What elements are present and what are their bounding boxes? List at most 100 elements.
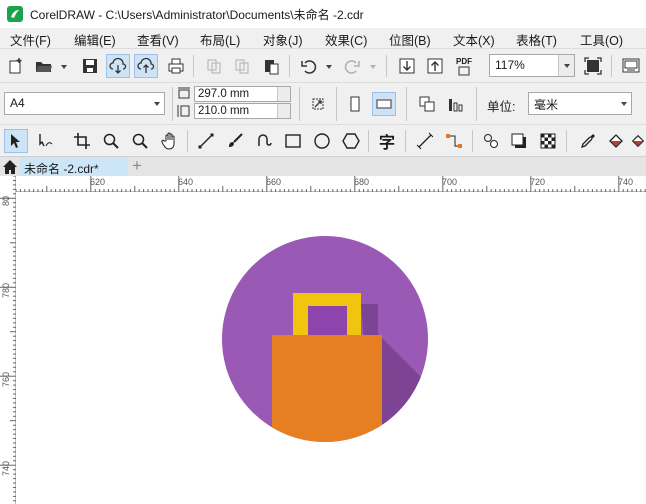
page-height-value: 210.0 mm xyxy=(198,105,250,117)
v-ruler-label: 80 xyxy=(1,195,11,206)
home-icon[interactable] xyxy=(2,159,18,175)
menu-view[interactable]: 查看(V) xyxy=(137,30,179,49)
h-ruler-label: 640 xyxy=(178,177,194,187)
smart-fill-icon[interactable] xyxy=(630,129,646,153)
pan-tool-icon[interactable] xyxy=(158,129,182,153)
toolbox-separator xyxy=(566,130,567,152)
rectangle-tool-icon[interactable] xyxy=(281,129,305,153)
menu-table[interactable]: 表格(T) xyxy=(516,30,557,49)
toolbar-separator xyxy=(193,55,194,77)
menu-bar: 文件(F) 编辑(E) 查看(V) 布局(L) 对象(J) 效果(C) 位图(B… xyxy=(0,28,646,48)
undo-icon[interactable] xyxy=(297,54,321,78)
toolbox-separator xyxy=(368,130,369,152)
save-icon[interactable] xyxy=(78,54,102,78)
open-dropdown-icon[interactable] xyxy=(61,65,67,69)
h-ruler-label: 740 xyxy=(618,177,634,187)
redo-dropdown-icon[interactable] xyxy=(370,65,376,69)
polygon-tool-icon[interactable] xyxy=(339,129,363,153)
line-tool-icon[interactable] xyxy=(194,129,218,153)
page-width-value: 297.0 mm xyxy=(198,88,250,100)
pdf-icon[interactable]: PDF xyxy=(452,54,476,78)
v-ruler-label: 780 xyxy=(1,282,11,298)
pick-tool-icon[interactable] xyxy=(4,129,28,153)
menu-bitmaps[interactable]: 位图(B) xyxy=(389,30,431,49)
current-page-icon[interactable] xyxy=(444,92,468,116)
ellipse-tool-icon[interactable] xyxy=(310,129,334,153)
horizontal-ruler[interactable]: 620 640 660 680 700 720 740 xyxy=(16,176,646,192)
page-width-spinner[interactable] xyxy=(277,87,290,101)
zoom-out-icon[interactable] xyxy=(128,129,152,153)
drawing-canvas[interactable] xyxy=(16,192,646,504)
fill-tool-icon[interactable] xyxy=(604,129,628,153)
h-ruler-label: 660 xyxy=(266,177,282,187)
portrait-icon[interactable] xyxy=(343,92,367,116)
title-bar: CorelDRAW - C:\Users\Administrator\Docum… xyxy=(0,0,646,28)
menu-effects[interactable]: 效果(C) xyxy=(325,30,367,49)
new-document-icon[interactable] xyxy=(4,54,28,78)
options-icon[interactable] xyxy=(619,54,643,78)
h-ruler-label: 680 xyxy=(354,177,370,187)
menu-layout[interactable]: 布局(L) xyxy=(200,30,240,49)
toolbox: 字 xyxy=(0,124,646,157)
brush-tool-icon[interactable] xyxy=(223,129,247,153)
add-tab-button[interactable]: + xyxy=(132,156,142,176)
toolbox-separator xyxy=(187,130,188,152)
copy-icon[interactable] xyxy=(230,54,254,78)
page-size-combo[interactable]: A4 xyxy=(4,92,165,115)
zoom-dropdown-button[interactable] xyxy=(558,55,574,76)
landscape-icon[interactable] xyxy=(372,92,396,116)
zoom-tool-icon[interactable] xyxy=(99,129,123,153)
crop-tool-icon[interactable] xyxy=(70,129,94,153)
page-height-field[interactable]: 210.0 mm xyxy=(194,103,291,119)
import-icon[interactable] xyxy=(395,54,419,78)
horizontal-ruler-ticks xyxy=(16,176,646,192)
shadow-tool-icon[interactable] xyxy=(507,129,531,153)
menu-tools[interactable]: 工具(O) xyxy=(580,30,623,49)
transparency-tool-icon[interactable] xyxy=(536,129,560,153)
document-tab[interactable]: 未命名 -2.cdr* xyxy=(20,157,128,177)
vertical-ruler-ticks xyxy=(0,176,16,502)
undo-dropdown-icon[interactable] xyxy=(326,65,332,69)
standard-toolbar: PDF 117% xyxy=(0,48,646,83)
menu-edit[interactable]: 编辑(E) xyxy=(74,30,116,49)
page-width-icon xyxy=(178,87,190,99)
prop-separator xyxy=(476,87,477,121)
toolbox-separator xyxy=(405,130,406,152)
eyedropper-tool-icon[interactable] xyxy=(576,129,600,153)
pdf-label: PDF xyxy=(456,56,472,66)
blend-tool-icon[interactable] xyxy=(479,129,503,153)
spiral-tool-icon[interactable] xyxy=(252,129,276,153)
full-screen-icon[interactable] xyxy=(581,54,605,78)
dimension-tool-icon[interactable] xyxy=(413,129,437,153)
page-height-icon xyxy=(177,105,190,117)
units-combo[interactable]: 毫米 xyxy=(528,92,632,115)
document-tab-bar: 未命名 -2.cdr* + xyxy=(0,156,646,177)
shape-tool-icon[interactable] xyxy=(33,129,57,153)
h-ruler-label: 720 xyxy=(530,177,546,187)
paste-icon[interactable] xyxy=(259,54,283,78)
all-pages-icon[interactable] xyxy=(415,92,439,116)
redo-icon[interactable] xyxy=(340,54,364,78)
zoom-level-combo[interactable]: 117% xyxy=(489,54,575,77)
shopping-bag-artwork[interactable] xyxy=(16,192,646,504)
connector-tool-icon[interactable] xyxy=(442,129,466,153)
page-width-field[interactable]: 297.0 mm xyxy=(194,86,291,102)
cloud-download-icon[interactable] xyxy=(106,54,130,78)
page-height-spinner[interactable] xyxy=(277,104,290,118)
vertical-ruler[interactable]: 80 780 760 740 xyxy=(0,176,16,504)
page-size-dropdown[interactable] xyxy=(149,93,164,114)
units-dropdown[interactable] xyxy=(616,93,631,114)
menu-file[interactable]: 文件(F) xyxy=(10,30,51,49)
prop-separator xyxy=(336,87,337,121)
print-icon[interactable] xyxy=(164,54,188,78)
page-size-value: A4 xyxy=(10,96,25,110)
export-icon[interactable] xyxy=(423,54,447,78)
page-transform-icon[interactable] xyxy=(306,92,330,116)
open-folder-icon[interactable] xyxy=(32,54,56,78)
cut-icon[interactable] xyxy=(202,54,226,78)
artwork-bag-body[interactable] xyxy=(272,335,382,455)
cloud-upload-icon[interactable] xyxy=(134,54,158,78)
menu-object[interactable]: 对象(J) xyxy=(263,30,303,49)
menu-text[interactable]: 文本(X) xyxy=(453,30,495,49)
text-tool-icon[interactable]: 字 xyxy=(375,129,399,153)
